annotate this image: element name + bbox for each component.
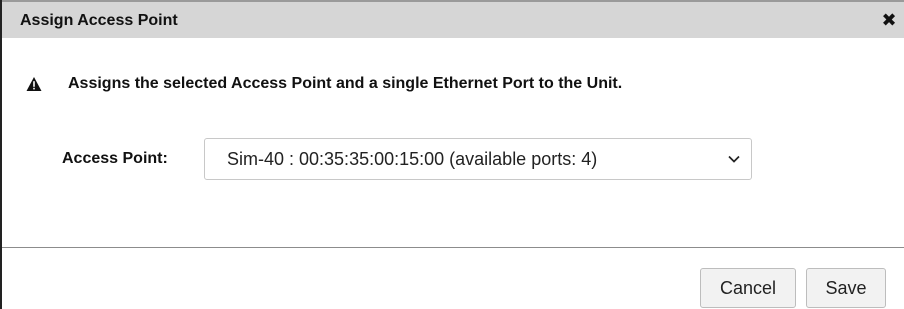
chevron-down-icon [728,155,740,163]
dialog-title: Assign Access Point [20,12,178,29]
dialog-message: Assigns the selected Access Point and a … [68,75,623,92]
dialog-titlebar: Assign Access Point ✖ [2,0,904,38]
access-point-label: Access Point: [62,150,168,167]
message-row: Assigns the selected Access Point and a … [26,72,622,96]
save-button[interactable]: Save [806,268,886,308]
access-point-select[interactable]: Sim-40 : 00:35:35:00:15:00 (available po… [204,138,752,180]
assign-access-point-dialog: Assign Access Point ✖ Assigns the select… [0,0,904,309]
warning-icon [26,77,42,91]
footer-divider [2,247,904,248]
access-point-value: Sim-40 : 00:35:35:00:15:00 (available po… [227,149,598,169]
close-icon[interactable]: ✖ [880,11,898,29]
cancel-button[interactable]: Cancel [700,268,796,308]
